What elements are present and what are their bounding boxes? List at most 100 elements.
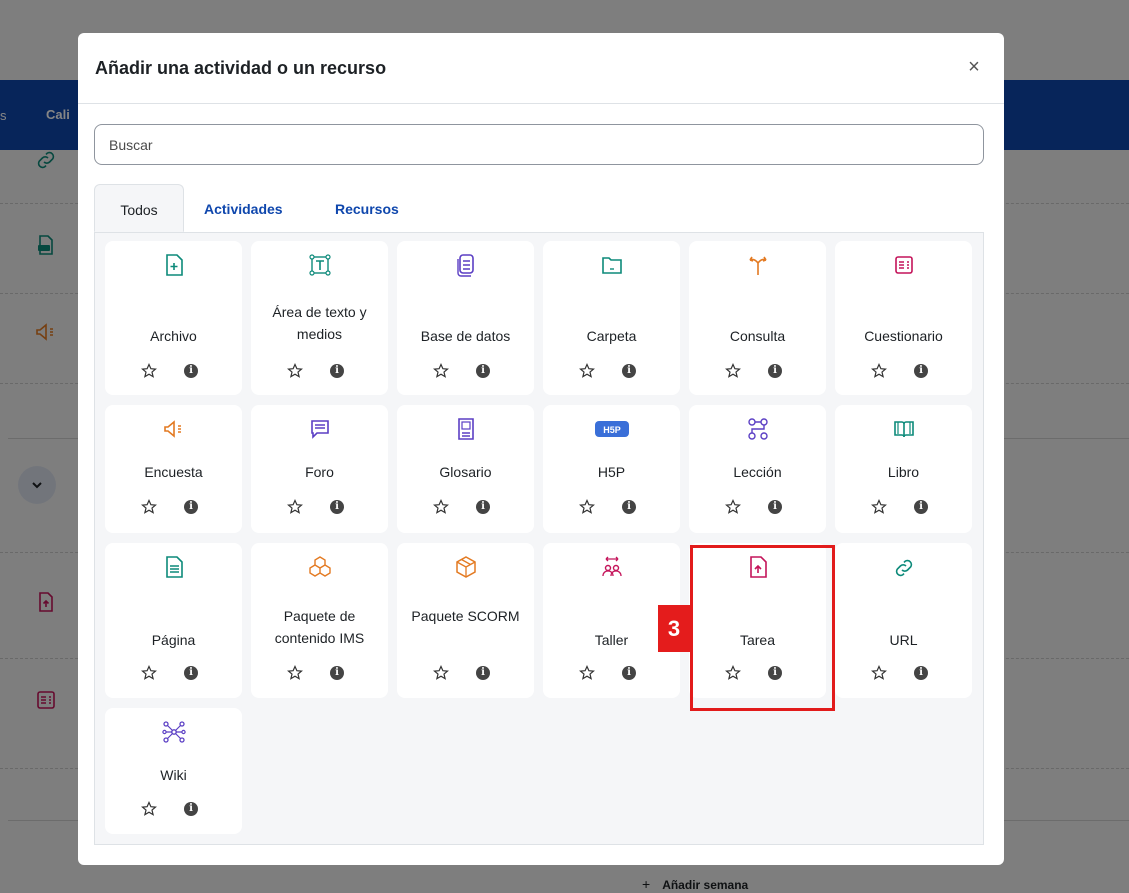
activity-tile-carpeta[interactable]: Carpeta i (543, 241, 680, 395)
activity-tile-pagina[interactable]: Página i (105, 543, 242, 698)
modal-header: Añadir una actividad o un recurso × (78, 33, 1004, 104)
activity-label: Paquete de contenido IMS (274, 608, 365, 646)
star-icon[interactable] (871, 665, 887, 681)
glossary-icon (397, 417, 534, 441)
choice-icon (689, 253, 826, 277)
step-badge: 3 (658, 605, 690, 652)
info-icon[interactable]: i (622, 500, 636, 514)
info-icon[interactable]: i (184, 500, 198, 514)
info-icon[interactable]: i (330, 500, 344, 514)
info-icon[interactable]: i (184, 666, 198, 680)
activity-label: Base de datos (420, 328, 511, 344)
activity-label: Encuesta (144, 464, 203, 480)
star-icon[interactable] (433, 665, 449, 681)
highlight-box (690, 545, 835, 711)
star-icon[interactable] (579, 499, 595, 515)
activity-label: Wiki (160, 767, 187, 783)
folder-icon (543, 253, 680, 277)
activity-grid: Archivo i Área de texto y medios i Base … (94, 232, 984, 845)
info-icon[interactable]: i (330, 666, 344, 680)
book-icon (835, 417, 972, 441)
activity-label: Cuestionario (864, 328, 943, 344)
star-icon[interactable] (433, 363, 449, 379)
activity-label: Consulta (729, 328, 786, 344)
tab-bar: Todos Actividades Recursos (94, 184, 984, 232)
star-icon[interactable] (871, 499, 887, 515)
info-icon[interactable]: i (914, 500, 928, 514)
activity-label: URL (889, 632, 918, 648)
tab-all[interactable]: Todos (94, 184, 184, 232)
forum-icon (251, 417, 388, 441)
info-icon[interactable]: i (184, 364, 198, 378)
activity-tile-base-datos[interactable]: Base de datos i (397, 241, 534, 395)
activity-tile-h5p[interactable]: H5P H5P i (543, 405, 680, 533)
page-icon (105, 555, 242, 579)
activity-tile-url[interactable]: URL i (835, 543, 972, 698)
star-icon[interactable] (725, 499, 741, 515)
tab-resources[interactable]: Recursos (335, 184, 399, 232)
star-icon[interactable] (287, 665, 303, 681)
svg-text:H5P: H5P (603, 425, 621, 435)
wiki-icon (105, 720, 242, 744)
info-icon[interactable]: i (330, 364, 344, 378)
info-icon[interactable]: i (914, 364, 928, 378)
file-add-icon (105, 253, 242, 277)
activity-tile-paquete-ims[interactable]: Paquete de contenido IMS i (251, 543, 388, 698)
add-activity-modal: Añadir una actividad o un recurso × Todo… (78, 33, 1004, 865)
modal-title: Añadir una actividad o un recurso (95, 58, 387, 78)
activity-tile-libro[interactable]: Libro i (835, 405, 972, 533)
info-icon[interactable]: i (622, 666, 636, 680)
search-input[interactable] (94, 124, 984, 165)
activity-label: Glosario (439, 464, 492, 480)
star-icon[interactable] (725, 363, 741, 379)
activity-label: Paquete SCORM (411, 608, 520, 624)
info-icon[interactable]: i (476, 500, 490, 514)
star-icon[interactable] (287, 499, 303, 515)
activity-label: Archivo (150, 328, 197, 344)
info-icon[interactable]: i (768, 364, 782, 378)
activity-tile-area-texto[interactable]: Área de texto y medios i (251, 241, 388, 395)
activity-tile-archivo[interactable]: Archivo i (105, 241, 242, 395)
info-icon[interactable]: i (768, 500, 782, 514)
activity-tile-cuestionario[interactable]: Cuestionario i (835, 241, 972, 395)
activity-label: Lección (733, 464, 782, 480)
activity-label: Libro (887, 464, 920, 480)
star-icon[interactable] (287, 363, 303, 379)
info-icon[interactable]: i (476, 666, 490, 680)
star-icon[interactable] (141, 499, 157, 515)
star-icon[interactable] (579, 665, 595, 681)
activity-tile-glosario[interactable]: Glosario i (397, 405, 534, 533)
h5p-icon: H5P (543, 417, 680, 441)
info-icon[interactable]: i (914, 666, 928, 680)
link-icon (835, 555, 972, 579)
quiz-icon (835, 253, 972, 277)
star-icon[interactable] (141, 363, 157, 379)
info-icon[interactable]: i (476, 364, 490, 378)
activity-tile-leccion[interactable]: Lección i (689, 405, 826, 533)
activity-tile-wiki[interactable]: Wiki i (105, 708, 242, 834)
activity-label: Área de texto y medios (272, 304, 367, 342)
activity-tile-paquete-scorm[interactable]: Paquete SCORM i (397, 543, 534, 698)
activity-label: Foro (305, 464, 334, 480)
activity-tile-consulta[interactable]: Consulta i (689, 241, 826, 395)
activity-label: Página (151, 632, 196, 648)
info-icon[interactable]: i (622, 364, 636, 378)
star-icon[interactable] (433, 499, 449, 515)
close-button[interactable]: × (964, 55, 984, 79)
scorm-package-icon (397, 555, 534, 579)
activity-label: H5P (597, 464, 626, 480)
activity-label: Carpeta (586, 328, 637, 344)
database-icon (397, 253, 534, 277)
star-icon[interactable] (141, 801, 157, 817)
ims-package-icon (251, 555, 388, 579)
info-icon[interactable]: i (184, 802, 198, 816)
megaphone-icon (105, 417, 242, 441)
activity-tile-encuesta[interactable]: Encuesta i (105, 405, 242, 533)
star-icon[interactable] (579, 363, 595, 379)
workshop-icon (543, 555, 680, 579)
tab-activities[interactable]: Actividades (204, 184, 283, 232)
star-icon[interactable] (871, 363, 887, 379)
text-area-icon (251, 253, 388, 277)
star-icon[interactable] (141, 665, 157, 681)
activity-tile-foro[interactable]: Foro i (251, 405, 388, 533)
